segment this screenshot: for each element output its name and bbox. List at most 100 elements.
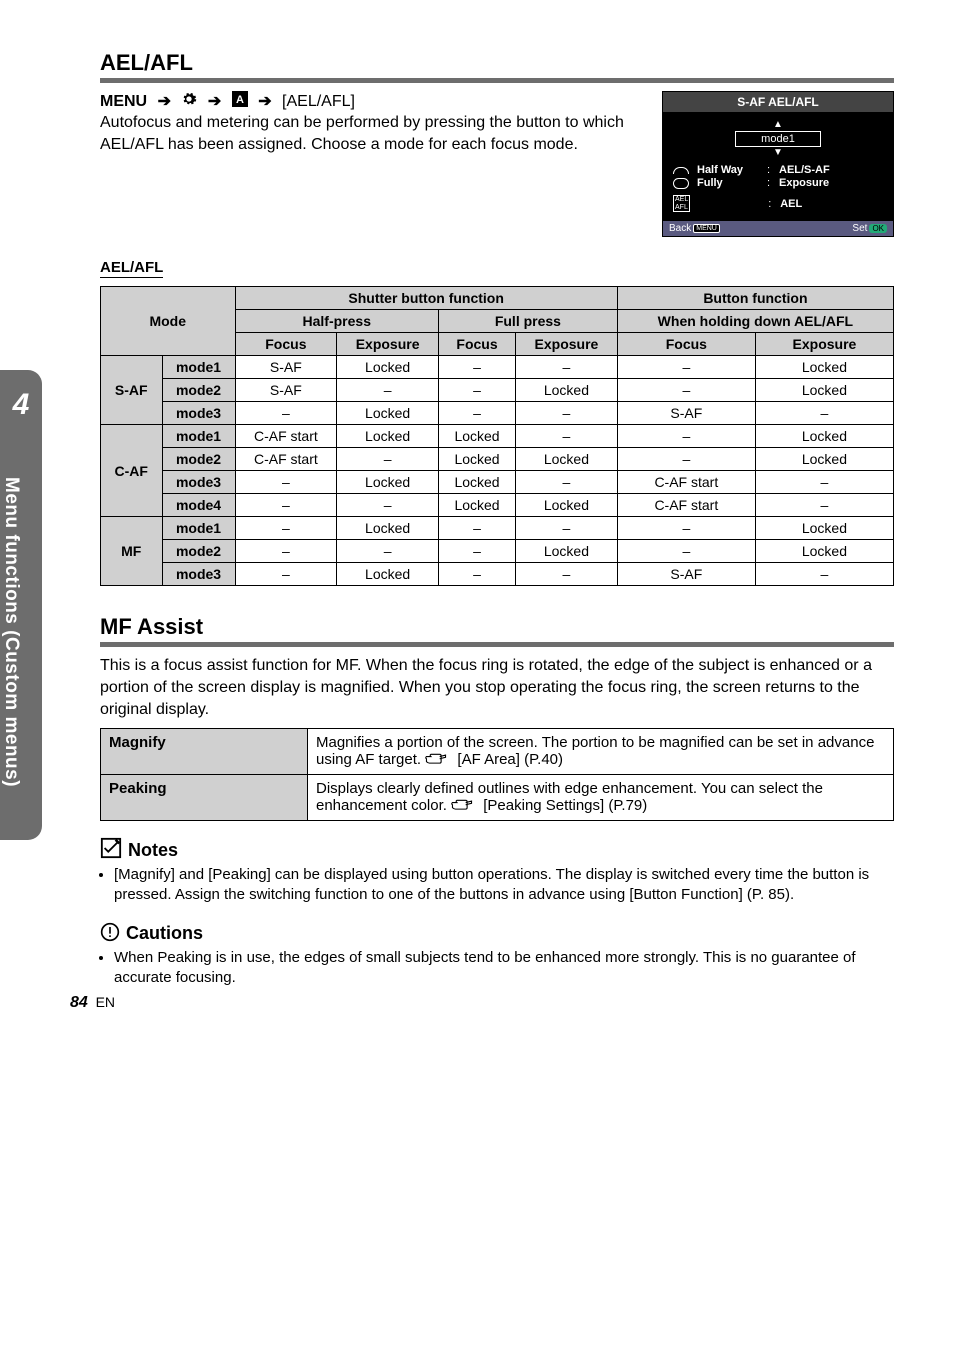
mf-row-desc: Displays clearly defined outlines with e…	[308, 775, 894, 821]
th-exposure: Exposure	[337, 333, 439, 356]
cell: –	[439, 379, 516, 402]
cell: Locked	[755, 356, 893, 379]
cell: Locked	[516, 379, 618, 402]
group-name: MF	[101, 517, 163, 586]
cell: –	[235, 402, 337, 425]
menu-prefix: MENU	[100, 93, 147, 110]
th-hold: When holding down AEL/AFL	[617, 310, 893, 333]
notes-title: Notes	[128, 840, 178, 860]
th-half: Half-press	[235, 310, 438, 333]
menu-row-key: Half Way	[697, 164, 763, 176]
cell: S-AF	[235, 379, 337, 402]
mode-name: mode1	[162, 517, 235, 540]
mode-name: mode3	[162, 402, 235, 425]
svg-text:A: A	[236, 94, 244, 106]
cell: –	[235, 540, 337, 563]
th-focus: Focus	[235, 333, 337, 356]
menu-preview-mode: mode1	[735, 131, 821, 147]
cell: –	[516, 563, 618, 586]
cell: –	[516, 356, 618, 379]
hand-pointer-icon	[425, 751, 447, 769]
cell: –	[439, 517, 516, 540]
cell: –	[755, 563, 893, 586]
cell: –	[439, 402, 516, 425]
cell: Locked	[439, 471, 516, 494]
cell: –	[617, 379, 755, 402]
cell: Locked	[337, 517, 439, 540]
arrow-icon: ➔	[208, 91, 221, 111]
cell: –	[516, 471, 618, 494]
menu-badge-icon: MENU	[693, 224, 720, 233]
camera-menu-preview: S-AF AEL/AFL ▲ mode1 ▼ Half Way : AEL/S-…	[662, 91, 894, 237]
menu-set: SetOK	[852, 223, 887, 234]
menu-path: MENU ➔ ➔ A ➔ [AEL/AFL]	[100, 91, 640, 112]
cell: Locked	[755, 448, 893, 471]
th-focus: Focus	[439, 333, 516, 356]
cell: Locked	[755, 379, 893, 402]
th-focus: Focus	[617, 333, 755, 356]
page-footer: 84 EN	[70, 994, 115, 1012]
chapter-number: 4	[0, 388, 42, 422]
cell: –	[617, 540, 755, 563]
cell: Locked	[516, 540, 618, 563]
chapter-title: Menu functions (Custom menus)	[0, 442, 22, 822]
group-name: C-AF	[101, 425, 163, 517]
group-name: S-AF	[101, 356, 163, 425]
menu-row-val: AEL/S-AF	[779, 164, 830, 176]
cell: S-AF	[617, 563, 755, 586]
cautions-list: When Peaking is in use, the edges of sma…	[114, 948, 894, 989]
menu-back: BackMENU	[669, 223, 720, 234]
mode-name: mode3	[162, 563, 235, 586]
section-title-mf: MF Assist	[100, 614, 894, 640]
mode-name: mode2	[162, 379, 235, 402]
cell: –	[235, 494, 337, 517]
cell: Locked	[337, 425, 439, 448]
cell: –	[235, 471, 337, 494]
cell: –	[235, 563, 337, 586]
cell: Locked	[516, 448, 618, 471]
mf-table: MagnifyMagnifies a portion of the screen…	[100, 728, 894, 821]
mf-row-desc: Magnifies a portion of the screen. The p…	[308, 729, 894, 775]
th-exposure: Exposure	[755, 333, 893, 356]
cell: C-AF start	[235, 425, 337, 448]
full-press-icon	[673, 178, 689, 189]
ael-table-heading: AEL/AFL	[100, 259, 163, 278]
cell: –	[337, 448, 439, 471]
cell: –	[516, 517, 618, 540]
title-underline	[100, 642, 894, 647]
cell: –	[516, 402, 618, 425]
cell: –	[755, 471, 893, 494]
cell: –	[337, 494, 439, 517]
ael-description: Autofocus and metering can be performed …	[100, 112, 640, 155]
cell: Locked	[755, 517, 893, 540]
note-item: [Magnify] and [Peaking] can be displayed…	[114, 865, 894, 906]
menu-a-icon: A	[232, 91, 248, 112]
mf-row-label: Magnify	[101, 729, 308, 775]
cell: –	[439, 540, 516, 563]
cell: –	[617, 425, 755, 448]
cell: Locked	[439, 425, 516, 448]
caution-item: When Peaking is in use, the edges of sma…	[114, 948, 894, 989]
arrow-icon: ➔	[258, 91, 271, 111]
ok-badge-icon: OK	[869, 224, 887, 233]
ael-modes-table: Mode Shutter button function Button func…	[100, 286, 894, 586]
mf-row-label: Peaking	[101, 775, 308, 821]
caution-icon	[100, 922, 120, 942]
cell: –	[755, 494, 893, 517]
menu-row: Fully : Exposure	[673, 177, 883, 189]
menu-row-key: Fully	[697, 177, 763, 189]
page-lang: EN	[96, 994, 115, 1010]
cell: Locked	[439, 448, 516, 471]
cell: Locked	[516, 494, 618, 517]
cell: Locked	[755, 540, 893, 563]
cell: S-AF	[617, 402, 755, 425]
menu-row-val: Exposure	[779, 177, 829, 189]
side-tab: 4 Menu functions (Custom menus)	[0, 370, 42, 840]
cell: –	[516, 425, 618, 448]
cell: –	[439, 356, 516, 379]
th-shutter: Shutter button function	[235, 287, 617, 310]
cell: –	[617, 356, 755, 379]
cell: Locked	[439, 494, 516, 517]
section-title-ael: AEL/AFL	[100, 50, 894, 76]
cell: Locked	[337, 402, 439, 425]
